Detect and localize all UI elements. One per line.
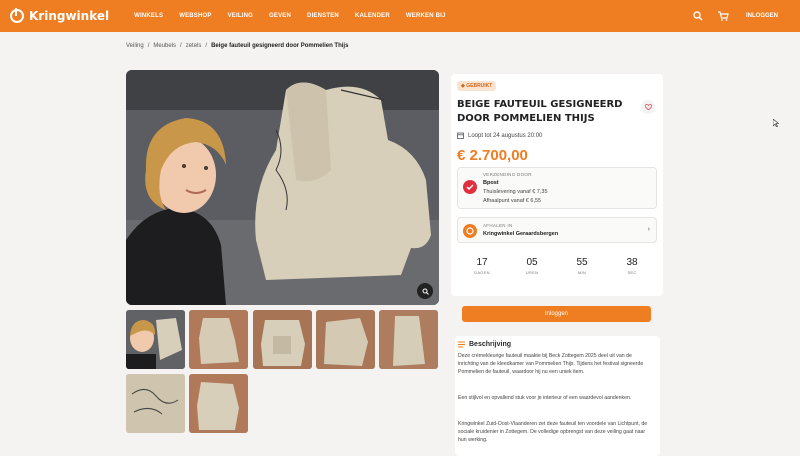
breadcrumb-zetels[interactable]: zetels bbox=[186, 43, 202, 49]
pickup-store-row[interactable]: AFHALEN IN Kringwinkel Geraardsbergen › bbox=[457, 217, 657, 243]
shipping-home-delivery: Thuislevering vanaf € 7,35 bbox=[483, 189, 548, 195]
countdown-minutes: 55 MIN bbox=[557, 254, 607, 286]
description-heading-text: Beschrijving bbox=[469, 341, 512, 348]
thumbnail-3[interactable] bbox=[253, 310, 312, 369]
nav-veiling[interactable]: VEILING bbox=[228, 13, 253, 19]
thumbnail-6[interactable] bbox=[126, 374, 185, 433]
shipping-box: VERZENDING DOOR Bpost Thuislevering vana… bbox=[457, 167, 657, 209]
condition-badge-label: GEBRUIKT bbox=[466, 83, 493, 89]
main-product-photo[interactable] bbox=[126, 70, 439, 305]
mouse-cursor bbox=[773, 119, 779, 127]
thumbnail-2[interactable] bbox=[189, 310, 248, 369]
shipping-label: VERZENDING DOOR bbox=[483, 172, 532, 177]
end-date-text: Loopt tot 24 augustus 20:00 bbox=[468, 132, 543, 139]
countdown-days: 17 DAGEN bbox=[457, 254, 507, 286]
pickup-store-name: Kringwinkel Geraardsbergen bbox=[483, 231, 559, 237]
countdown-minutes-value: 55 bbox=[576, 257, 588, 268]
top-navigation-bar: Kringwinkel WINKELS WEBSHOP VEILING GEVE… bbox=[0, 0, 800, 32]
description-paragraph-3: Kringwinkel Zuid-Oost-Vlaanderen zet dez… bbox=[458, 421, 648, 443]
bpost-icon bbox=[463, 180, 477, 194]
description-heading: Beschrijving bbox=[458, 341, 511, 348]
breadcrumb-current: Beige fauteuil gesigneerd door Pommelien… bbox=[211, 43, 349, 49]
zoom-icon[interactable] bbox=[417, 283, 433, 299]
nav-webshop[interactable]: WEBSHOP bbox=[179, 13, 211, 19]
thumbnail-1[interactable] bbox=[126, 310, 185, 369]
login-link[interactable]: INLOGGEN bbox=[746, 13, 778, 19]
description-paragraph-1: Deze crèmekleurige fauteuil maakte bij B… bbox=[458, 353, 644, 375]
logo-text: Kringwinkel bbox=[29, 9, 110, 23]
nav-diensten[interactable]: DIENSTEN bbox=[307, 13, 339, 19]
nav-werken-bij[interactable]: WERKEN BIJ bbox=[406, 13, 446, 19]
product-info-panel: ◆ GEBRUIKT BEIGE FAUTEUIL GESIGNEERD DOO… bbox=[451, 74, 663, 296]
thumbnail-7[interactable] bbox=[189, 374, 248, 433]
breadcrumb-meubels[interactable]: Meubels bbox=[153, 43, 176, 49]
breadcrumb-separator: / bbox=[205, 43, 208, 49]
thumbnail-4[interactable] bbox=[316, 310, 375, 369]
nav-geven[interactable]: GEVEN bbox=[269, 13, 291, 19]
shipping-carrier: Bpost bbox=[483, 180, 499, 186]
product-title: BEIGE FAUTEUIL GESIGNEERD DOOR POMMELIEN… bbox=[457, 99, 623, 124]
countdown-seconds-value: 38 bbox=[626, 257, 638, 268]
countdown-hours: 05 UREN bbox=[507, 254, 557, 286]
cart-icon[interactable] bbox=[718, 10, 730, 22]
shipping-pickup-point: Afhaalpunt vanaf € 6,55 bbox=[483, 198, 542, 204]
calendar-icon bbox=[457, 132, 464, 139]
search-icon[interactable] bbox=[692, 10, 704, 22]
description-section: Beschrijving Deze crèmekleurige fauteuil… bbox=[455, 336, 660, 456]
photo-illustration bbox=[126, 70, 439, 305]
countdown-days-value: 17 bbox=[476, 257, 488, 268]
countdown-hours-value: 05 bbox=[526, 257, 538, 268]
login-to-bid-button[interactable]: Inloggen bbox=[462, 306, 651, 322]
kringwinkel-logo[interactable]: Kringwinkel bbox=[10, 8, 110, 23]
condition-badge: ◆ GEBRUIKT bbox=[457, 81, 497, 91]
current-price: € 2.700,00 bbox=[457, 147, 528, 164]
countdown-days-unit: DAGEN bbox=[474, 270, 490, 275]
end-date: Loopt tot 24 augustus 20:00 bbox=[457, 132, 542, 139]
favorite-heart-icon[interactable] bbox=[641, 100, 655, 114]
breadcrumb: Veiling / Meubels / zetels / Beige faute… bbox=[126, 43, 352, 49]
breadcrumb-separator: / bbox=[147, 43, 150, 49]
breadcrumb-veiling[interactable]: Veiling bbox=[126, 43, 144, 49]
chevron-right-icon: › bbox=[647, 226, 650, 233]
pickup-label: AFHALEN IN bbox=[483, 223, 513, 228]
header-actions: INLOGGEN bbox=[692, 0, 778, 32]
logo-icon bbox=[10, 8, 24, 23]
store-pin-icon bbox=[463, 224, 477, 238]
countdown-minutes-unit: MIN bbox=[577, 270, 587, 275]
nav-winkels[interactable]: WINKELS bbox=[134, 13, 163, 19]
auction-countdown: 17 DAGEN 05 UREN 55 MIN 38 SEC bbox=[457, 254, 657, 286]
main-nav: WINKELS WEBSHOP VEILING GEVEN DIENSTEN K… bbox=[134, 13, 461, 19]
description-icon bbox=[458, 341, 465, 348]
thumbnail-5[interactable] bbox=[379, 310, 438, 369]
nav-kalender[interactable]: KALENDER bbox=[355, 13, 390, 19]
description-paragraph-2: Een stijlvol en opvallend stuk voor je i… bbox=[458, 395, 632, 401]
countdown-hours-unit: UREN bbox=[525, 270, 539, 275]
countdown-seconds: 38 SEC bbox=[607, 254, 657, 286]
breadcrumb-separator: / bbox=[180, 43, 182, 49]
countdown-seconds-unit: SEC bbox=[627, 270, 637, 275]
